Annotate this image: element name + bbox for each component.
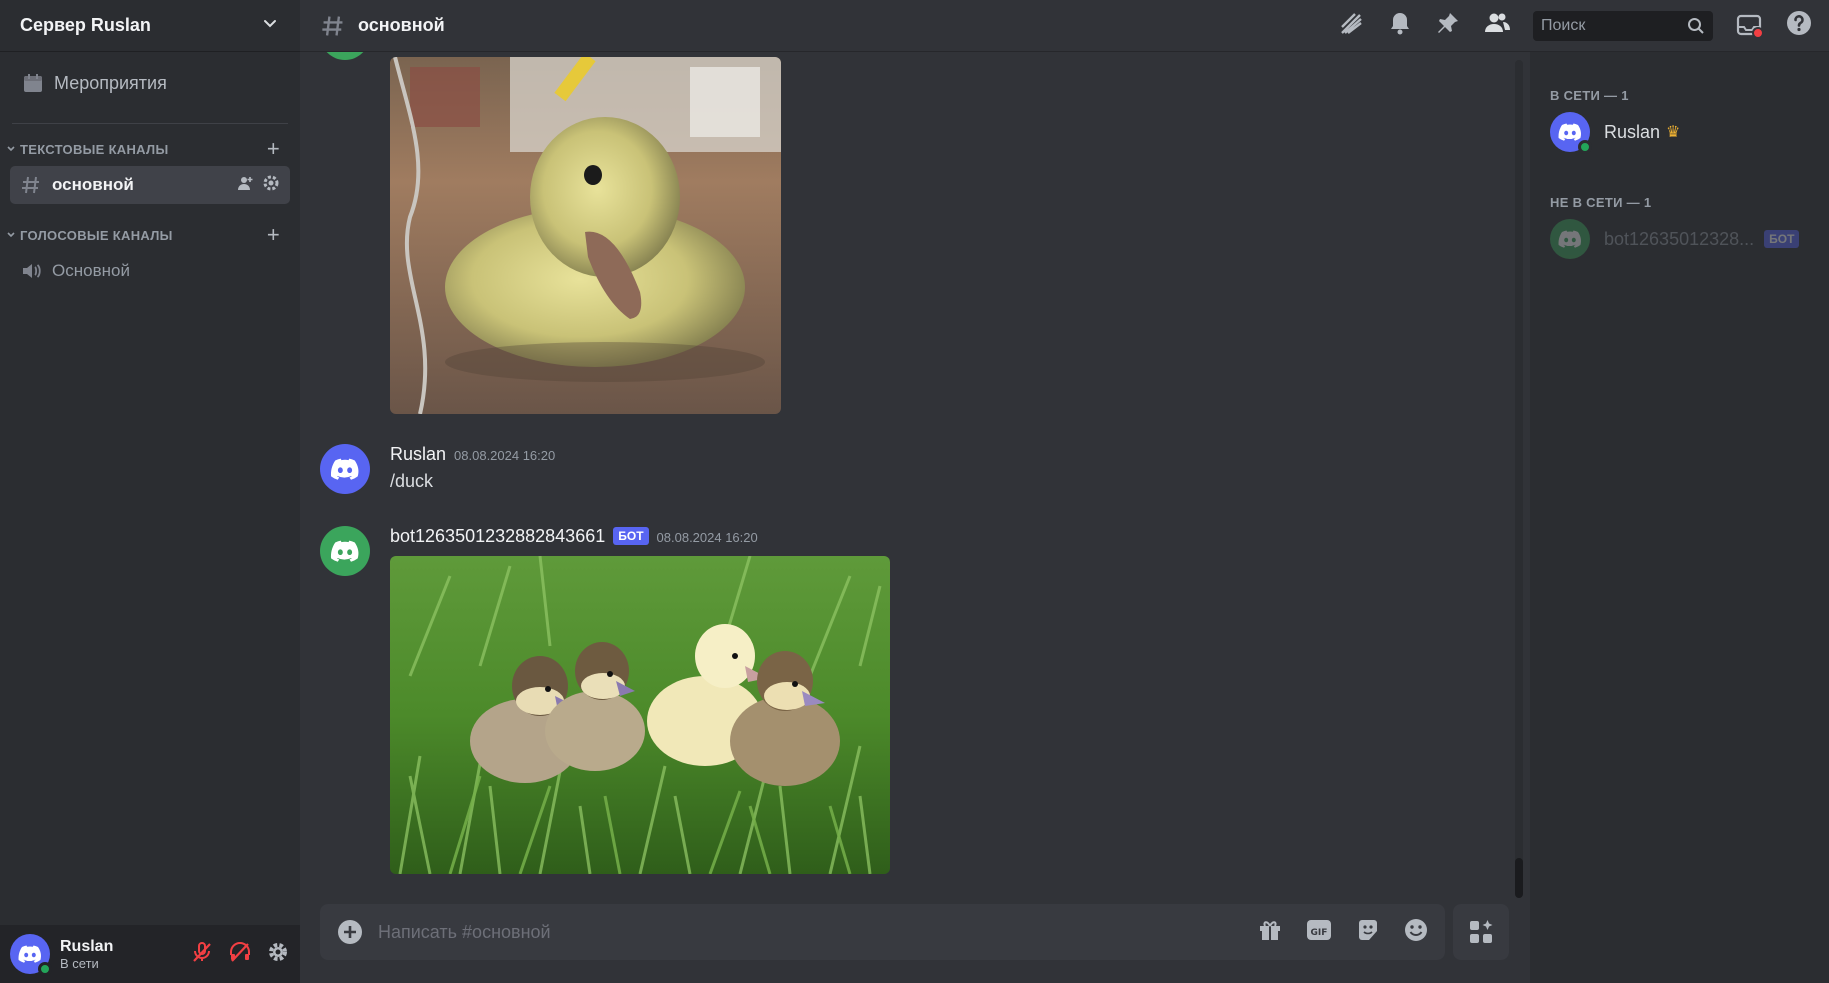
avatar[interactable] [320,526,370,576]
message-list: Ruslan 08.08.2024 16:20 /duck bot1263501… [300,52,1525,897]
search-placeholder: Поиск [1541,16,1586,34]
avatar [1550,219,1590,259]
gift-icon[interactable] [1257,917,1283,948]
crown-icon: ♛ [1666,124,1681,141]
member-item[interactable]: Ruslan ♛ [1530,109,1829,155]
add-attachment-icon[interactable] [336,918,364,946]
online-header: В сети — 1 [1550,88,1629,103]
mic-muted-icon[interactable] [190,940,214,969]
message-image-ducklings[interactable] [390,556,890,874]
discord-logo-icon [330,540,359,562]
discord-logo-icon [1558,123,1582,141]
pin-icon[interactable] [1435,10,1461,41]
channel-item-osnovnoy[interactable]: основной [10,166,290,204]
discord-logo-icon [330,458,359,480]
discord-logo-icon [1558,230,1582,248]
member-list: В сети — 1 Ruslan ♛ Не в сети — 1 bot126… [1530,52,1829,983]
add-channel-icon[interactable]: + [267,138,280,160]
invite-icon[interactable] [236,174,254,197]
online-status-dot [1578,140,1592,154]
ducklings-image [390,556,890,874]
message-composer: GIF [320,904,1445,960]
calendar-icon [24,74,42,92]
message-timestamp: 08.08.2024 16:20 [454,448,556,463]
channel-item-voice-osnovnoy[interactable]: Основной [10,252,290,290]
category-voice-channels[interactable]: Голосовые каналы + [0,222,300,248]
gif-icon[interactable]: GIF [1305,917,1333,948]
hash-icon [20,174,48,196]
discord-logo-icon [18,945,42,963]
category-label: Голосовые каналы [20,227,173,243]
member-item[interactable]: bot12635012328... БОТ [1530,216,1829,262]
avatar[interactable] [10,934,52,976]
user-settings-gear-icon[interactable] [266,940,290,969]
chevron-down-icon [7,146,15,152]
headphones-muted-icon[interactable] [228,940,252,969]
server-header[interactable]: Сервер Ruslan [0,0,300,52]
avatar[interactable] [320,444,370,494]
svg-text:GIF: GIF [1311,928,1328,938]
hash-icon [320,13,346,39]
sidebar-divider [12,123,288,124]
avatar [1550,112,1592,154]
gear-icon[interactable] [262,174,280,197]
scrollbar-track[interactable] [1515,60,1523,890]
channel-sidebar: Сервер Ruslan Мероприятия Текстовые кана… [0,0,300,983]
emoji-icon[interactable] [1403,917,1429,948]
member-name: bot12635012328... [1604,228,1755,249]
message-author[interactable]: bot1263501232882843661 [390,526,605,547]
message-timestamp: 08.08.2024 16:20 [656,530,758,545]
help-icon[interactable] [1785,9,1813,42]
chevron-down-icon [262,15,278,36]
bell-icon[interactable] [1387,10,1413,41]
threads-icon[interactable] [1337,9,1365,42]
avatar[interactable] [320,52,370,60]
events-label: Мероприятия [54,72,167,93]
channel-label: Основной [52,261,130,280]
channel-title: основной [358,15,445,35]
user-status: В сети [60,955,99,971]
duckling-image [390,57,781,414]
search-icon [1688,17,1704,34]
scrollbar-thumb[interactable] [1515,858,1523,898]
message-author[interactable]: Ruslan [390,444,446,465]
category-text-channels[interactable]: Текстовые каналы + [0,136,300,162]
channel-label: основной [52,175,134,194]
user-name: Ruslan [60,937,114,955]
bot-badge: БОТ [1764,230,1800,248]
offline-header: Не в сети — 1 [1550,195,1652,210]
category-label: Текстовые каналы [20,141,169,157]
user-panel: Ruslan В сети [0,925,300,983]
inbox-icon[interactable] [1735,13,1763,39]
member-name: Ruslan [1604,121,1661,142]
members-list-icon[interactable] [1483,10,1511,41]
search-input[interactable]: Поиск [1533,10,1713,41]
message-text: /duck [390,471,434,491]
apps-icon [1470,920,1493,943]
events-item[interactable]: Мероприятия [10,61,290,105]
server-name: Сервер Ruslan [20,15,151,35]
bot-badge: БОТ [613,527,649,545]
message-image-duckling[interactable] [390,57,781,414]
chevron-down-icon [7,232,15,238]
online-status-dot [38,962,52,976]
apps-button[interactable] [1453,904,1509,960]
sticker-icon[interactable] [1355,917,1381,948]
message-input[interactable] [378,921,1257,943]
add-channel-icon[interactable]: + [267,224,280,246]
speaker-icon [20,260,48,282]
chat-header: основной Поиск [300,0,1829,52]
